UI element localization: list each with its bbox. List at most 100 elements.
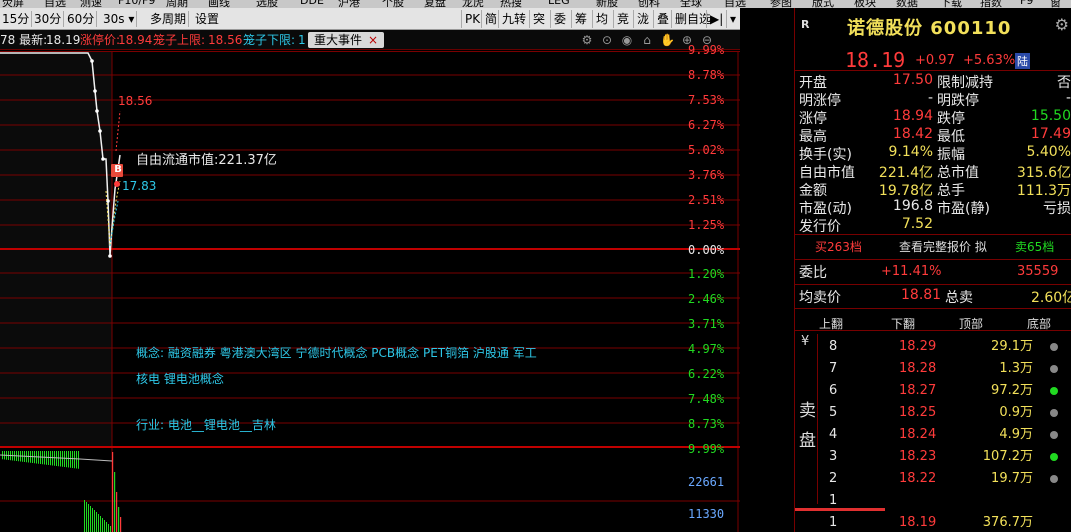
order-book-row[interactable]: 2 18.22 19.7万 <box>795 468 1071 490</box>
stat-label: 发行价 <box>799 219 841 235</box>
jiuzhuan-button[interactable]: 九转 <box>498 10 529 28</box>
multi-period-button[interactable]: 多周期 <box>148 11 190 27</box>
stock-title: 诺德股份 600110 <box>847 18 1012 39</box>
stat-label: 市盈(动) <box>799 201 852 217</box>
top-menu-item[interactable]: 版式 <box>812 0 834 8</box>
wei-button[interactable]: 委 <box>550 10 569 28</box>
toolbar-menu-chevron-icon[interactable]: ▾ <box>726 10 739 28</box>
top-menu-item[interactable]: 个股 <box>382 0 404 8</box>
buy-depth-button[interactable]: 买263档 <box>815 236 862 258</box>
full-quote-button[interactable]: 查看完整报价 拟 <box>899 236 987 258</box>
order-book-row[interactable]: 6 18.27 97.2万 <box>795 380 1071 402</box>
intraday-chart[interactable]: 18.56 B 17.83 自由流通市值:221.37亿 概念: 融资融券 粤港… <box>0 43 740 532</box>
order-book-row[interactable]: 4 18.24 4.9万 <box>795 424 1071 446</box>
period-30s-dropdown[interactable]: 30s ▾ <box>101 11 138 27</box>
stat-label: 跌停 <box>937 111 965 127</box>
volume-bar <box>86 502 87 532</box>
total-sell-value: 2.60亿 <box>1031 290 1071 306</box>
top-menu-item[interactable]: 窗口 <box>1050 0 1071 8</box>
period-60m-button[interactable]: 60分 <box>65 11 98 27</box>
top-menu-item[interactable]: 自选 <box>44 0 66 8</box>
top-menu-item[interactable]: 画线 <box>208 0 230 8</box>
top-menu-item[interactable]: LEG <box>548 0 570 7</box>
order-volume: 107.2万 <box>982 449 1033 464</box>
top-menu-item[interactable]: 参图 <box>770 0 792 8</box>
top-menu-item[interactable]: 新股 <box>596 0 618 8</box>
quote-info-bar: 78 最新: 18.19 涨停价: 18.94 笼子上限: 18.56 笼子下限… <box>0 30 740 50</box>
order-book-row[interactable]: 7 18.28 1.3万 <box>795 358 1071 380</box>
stat-label: 总手 <box>937 183 965 199</box>
top-menu-item[interactable]: 复盘 <box>424 0 446 8</box>
settings-button[interactable]: 设置 <box>193 11 221 27</box>
pct-axis-zero: 0.00% <box>688 243 725 257</box>
pct-axis-label: 8.73% <box>688 417 725 431</box>
order-level: 4 <box>829 427 838 442</box>
top-menu-item[interactable]: 热搜 <box>500 0 522 8</box>
volume-bar <box>88 504 89 532</box>
chou-button[interactable]: 筹 <box>571 10 590 28</box>
top-menu-item[interactable]: 荧屏 <box>2 0 24 8</box>
top-menu-item[interactable]: 龙虎 <box>462 0 484 8</box>
volume-bar <box>92 508 93 532</box>
top-menu-item[interactable]: 板块 <box>854 0 876 8</box>
sell-depth-button[interactable]: 卖65档 <box>1015 236 1054 258</box>
top-menu-item[interactable]: 指数 <box>980 0 1002 8</box>
top-menu-item[interactable]: 下载 <box>940 0 962 8</box>
order-price: 18.25 <box>899 405 937 420</box>
order-level: 7 <box>829 361 838 376</box>
price-change-pct: +5.63% <box>963 53 1016 68</box>
volume-bar <box>76 451 77 469</box>
eye-icon[interactable]: ◉ <box>620 33 634 47</box>
order-book-row[interactable]: 5 18.25 0.9万 <box>795 402 1071 424</box>
target-icon[interactable]: ⊙ <box>600 33 614 47</box>
home-icon[interactable]: ⌂ <box>640 33 654 47</box>
hand-drag-icon[interactable]: ✋ <box>660 33 675 47</box>
volume-axis-label: 22661 <box>688 475 725 489</box>
volume-bar <box>52 451 53 466</box>
volume-bar <box>114 472 116 532</box>
divider <box>795 259 1071 260</box>
stat-label: 总市值 <box>937 165 979 181</box>
top-menu-item[interactable]: DDE <box>300 0 324 7</box>
volume-bar <box>54 451 55 466</box>
jun-button[interactable]: 均 <box>592 10 611 28</box>
tab-major-events[interactable]: 重大事件 × <box>308 32 385 48</box>
top-menu-item[interactable]: 自选 <box>724 0 746 8</box>
stat-label: 市盈(静) <box>937 201 990 217</box>
period-15m-button[interactable]: 15分 <box>0 11 33 27</box>
order-flag-dot <box>1050 409 1058 417</box>
top-menu-item[interactable]: 数据 <box>896 0 918 8</box>
upper-dotted-line <box>115 110 121 152</box>
order-level: 5 <box>829 405 838 420</box>
settings-gear-icon[interactable]: ⚙ <box>1055 15 1069 34</box>
top-menu-item[interactable]: 创科 <box>638 0 660 8</box>
top-menu-item[interactable]: F10/F9 <box>118 0 155 7</box>
order-volume: 97.2万 <box>991 383 1033 398</box>
order-book-row[interactable]: 8 18.29 29.1万 <box>795 336 1071 358</box>
period-30m-button[interactable]: 30分 <box>32 11 65 27</box>
jing-button[interactable]: 竞 <box>613 10 632 28</box>
panel-toggle-icon[interactable]: ▶| <box>706 10 726 28</box>
pk-button[interactable]: PK <box>461 10 483 28</box>
top-menu-item[interactable]: 测速 <box>80 0 102 8</box>
order-level: 6 <box>829 383 838 398</box>
overlay-button[interactable]: 叠 <box>653 10 672 28</box>
close-icon[interactable]: × <box>368 33 378 47</box>
avg-sell-value: 18.81 <box>901 287 942 303</box>
order-book-row[interactable]: 3 18.23 107.2万 <box>795 446 1071 468</box>
top-menu-item[interactable]: 选股 <box>256 0 278 8</box>
tu-button[interactable]: 突 <box>529 10 548 28</box>
divider <box>795 70 1071 71</box>
long-button[interactable]: 泷 <box>633 10 652 28</box>
divider <box>795 284 1071 285</box>
top-menu-item[interactable]: 全球 <box>680 0 702 8</box>
order-book-row[interactable]: 1 18.19 376.7万 <box>795 512 1071 532</box>
volume-bar <box>120 517 122 532</box>
settings-gear-icon[interactable]: ⚙ <box>580 33 594 47</box>
top-menu-item[interactable]: F9 <box>1020 0 1033 7</box>
stat-value: 19.78亿 <box>878 183 933 199</box>
top-menu-item[interactable]: 周期 <box>166 0 188 8</box>
top-menu-item[interactable]: 沪港 <box>338 0 360 8</box>
stat-value: 否 <box>1057 75 1071 91</box>
pct-axis-label: 1.20% <box>688 267 725 281</box>
